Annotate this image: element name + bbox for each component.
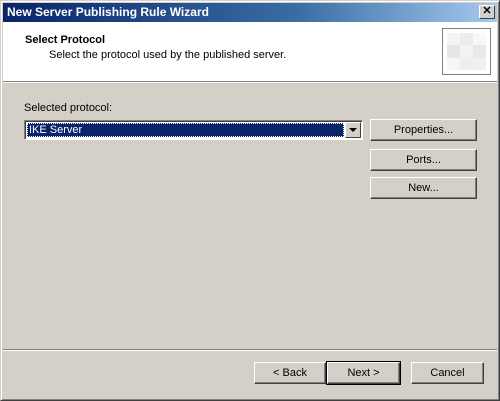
chevron-down-icon[interactable] [345, 122, 361, 138]
page-title: Select Protocol [25, 34, 106, 46]
close-icon[interactable]: ✕ [479, 5, 495, 19]
protocol-dropdown-value[interactable]: IKE Server [27, 123, 344, 137]
window-title: New Server Publishing Rule Wizard [7, 5, 209, 19]
wizard-graphic-icon [442, 28, 491, 75]
ports-button[interactable]: Ports... [370, 149, 477, 171]
selected-protocol-label: Selected protocol: [24, 102, 113, 114]
wizard-header: Select Protocol Select the protocol used… [3, 22, 497, 81]
header-divider [3, 81, 497, 83]
new-protocol-button[interactable]: New... [370, 177, 477, 199]
title-bar[interactable]: New Server Publishing Rule Wizard ✕ [3, 3, 497, 22]
protocol-dropdown[interactable]: IKE Server [24, 120, 363, 140]
next-button[interactable]: Next > [326, 361, 401, 385]
properties-button[interactable]: Properties... [370, 119, 477, 141]
wizard-graphic-tiles [447, 33, 486, 70]
cancel-button[interactable]: Cancel [411, 362, 484, 384]
page-subtitle: Select the protocol used by the publishe… [49, 49, 287, 61]
back-button[interactable]: < Back [254, 362, 326, 384]
wizard-window: New Server Publishing Rule Wizard ✕ Sele… [0, 0, 500, 401]
footer-divider [3, 349, 497, 351]
